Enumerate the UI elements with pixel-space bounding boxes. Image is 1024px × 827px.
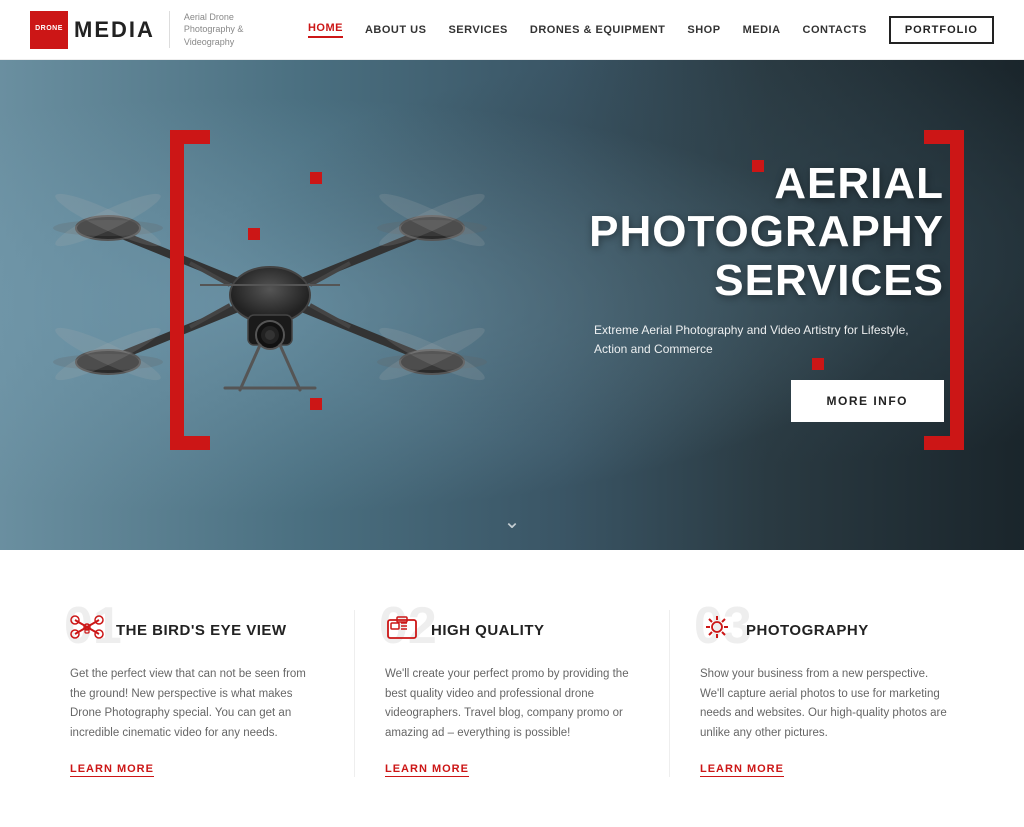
nav-contacts[interactable]: CONTACTS — [803, 24, 867, 36]
feature-icon-row-3: PHOTOGRAPHY — [700, 610, 954, 651]
feature-birds-eye: 01 THE BIRD'S EYE VIEW Get the perfect — [40, 610, 355, 777]
feature-heading-2: HIGH QUALITY — [431, 622, 545, 639]
camera-icon — [385, 610, 419, 651]
photo-icon — [700, 610, 734, 651]
feature-desc-3: Show your business from a new perspectiv… — [700, 665, 954, 743]
logo-square: DRONE — [30, 11, 68, 49]
hero-subtitle: Extreme Aerial Photography and Video Art… — [564, 321, 944, 359]
scroll-arrow[interactable]: ⌄ — [504, 509, 521, 534]
nav-shop[interactable]: SHOP — [687, 24, 720, 36]
nav-drones[interactable]: DRONES & EQUIPMENT — [530, 24, 666, 36]
feature-icon-row-1: THE BIRD'S EYE VIEW — [70, 610, 324, 651]
hero-title: AERIAL PHOTOGRAPHY SERVICES — [564, 160, 944, 305]
feature-photography: 03 PHOTOGRAPHY Show your business from a… — [670, 610, 984, 777]
hero-content: AERIAL PHOTOGRAPHY SERVICES Extreme Aeri… — [564, 160, 944, 422]
drone-icon — [70, 610, 104, 651]
learn-more-2[interactable]: LEARN MORE — [385, 763, 469, 777]
nav-services[interactable]: SERVICES — [448, 24, 507, 36]
more-info-button[interactable]: MORE INFO — [791, 380, 945, 422]
red-dot-2 — [248, 228, 260, 240]
nav-media[interactable]: MEDIA — [743, 24, 781, 36]
feature-high-quality: 02 HIGH QUALITY We'll create your perfec… — [355, 610, 670, 777]
feature-icon-row-2: HIGH QUALITY — [385, 610, 639, 651]
tagline: Aerial Drone Photography & Videography — [169, 11, 279, 49]
header: DRONE MEDIA Aerial Drone Photography & V… — [0, 0, 1024, 60]
feature-heading-3: PHOTOGRAPHY — [746, 622, 869, 639]
drone-illustration — [30, 120, 510, 480]
feature-desc-1: Get the perfect view that can not be see… — [70, 665, 324, 743]
red-dot-1 — [310, 172, 322, 184]
logo-text: MEDIA — [74, 17, 155, 43]
feature-heading-1: THE BIRD'S EYE VIEW — [116, 622, 287, 639]
logo: DRONE MEDIA Aerial Drone Photography & V… — [30, 11, 279, 49]
main-nav: HOME ABOUT US SERVICES DRONES & EQUIPMEN… — [308, 16, 994, 44]
features-section: 01 THE BIRD'S EYE VIEW Get the perfect — [0, 550, 1024, 827]
feature-desc-2: We'll create your perfect promo by provi… — [385, 665, 639, 743]
portfolio-button[interactable]: PORTFOLIO — [889, 16, 994, 44]
bracket-left — [170, 130, 210, 450]
hero-section: AERIAL PHOTOGRAPHY SERVICES Extreme Aeri… — [0, 60, 1024, 550]
red-dot-3 — [310, 398, 322, 410]
learn-more-1[interactable]: LEARN MORE — [70, 763, 154, 777]
nav-home[interactable]: HOME — [308, 22, 343, 38]
nav-about[interactable]: ABOUT US — [365, 24, 426, 36]
learn-more-3[interactable]: LEARN MORE — [700, 763, 784, 777]
